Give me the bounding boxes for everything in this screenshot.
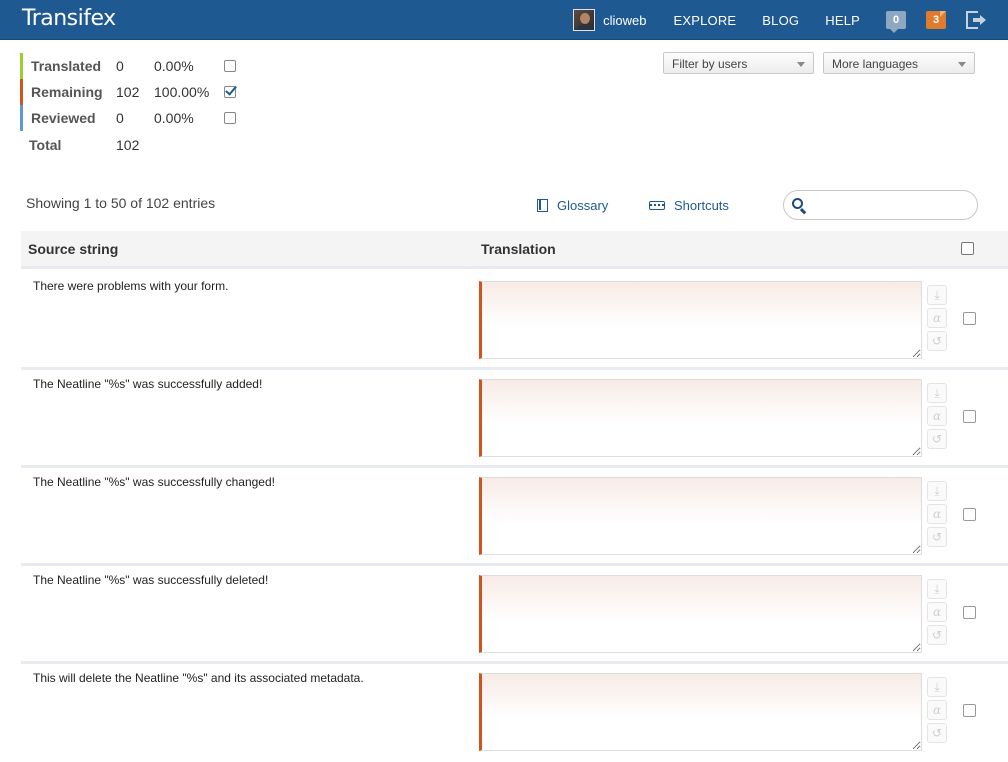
copy-source-icon[interactable]: ⤓ — [927, 285, 947, 305]
more-languages-select[interactable]: More languages — [823, 52, 975, 74]
translation-input[interactable] — [479, 379, 922, 457]
undo-icon[interactable]: ↺ — [927, 625, 947, 645]
stat-count: 102 — [116, 84, 140, 100]
undo-icon[interactable]: ↺ — [927, 527, 947, 547]
source-string: The Neatline "%s" was successfully chang… — [33, 475, 275, 489]
glossary-link[interactable]: Glossary — [537, 198, 608, 213]
total-count: 102 — [116, 137, 140, 153]
select-all-checkbox[interactable] — [961, 242, 974, 255]
user-avatar[interactable] — [573, 9, 596, 31]
transifex-logo[interactable]: Transifex — [22, 6, 116, 31]
machine-translate-icon[interactable]: α — [927, 602, 947, 622]
translation-input[interactable] — [479, 575, 922, 653]
source-string: There were problems with your form. — [33, 279, 229, 293]
entries-info: Showing 1 to 50 of 102 entries — [26, 195, 216, 211]
row-checkbox[interactable] — [963, 606, 976, 619]
machine-translate-icon[interactable]: α — [927, 504, 947, 524]
stat-color-bar — [20, 79, 23, 105]
translation-input[interactable] — [479, 673, 922, 751]
filter-remaining-checkbox[interactable] — [224, 86, 236, 98]
stat-count: 0 — [116, 110, 124, 126]
nav-explore[interactable]: EXPLORE — [673, 13, 736, 28]
shortcuts-label: Shortcuts — [674, 198, 729, 213]
top-nav: clioweb EXPLORE BLOG HELP 0 3 — [573, 0, 1008, 40]
table-row: This will delete the Neatline "%s" and i… — [21, 664, 1008, 762]
chevron-down-icon — [797, 62, 805, 67]
row-checkbox[interactable] — [963, 508, 976, 521]
table-row: The Neatline "%s" was successfully delet… — [21, 566, 1008, 664]
table-row: There were problems with your form. ⤓ α … — [21, 272, 1008, 370]
shortcuts-link[interactable]: Shortcuts — [649, 198, 729, 213]
table-row: The Neatline "%s" was successfully chang… — [21, 468, 1008, 566]
source-string: This will delete the Neatline "%s" and i… — [33, 671, 364, 685]
select-value: Filter by users — [672, 57, 748, 71]
stat-percent: 0.00% — [154, 110, 194, 126]
row-checkbox[interactable] — [963, 312, 976, 325]
username-link[interactable]: clioweb — [603, 13, 646, 28]
logout-icon[interactable] — [966, 11, 986, 29]
source-string: The Neatline "%s" was successfully added… — [33, 377, 263, 391]
translation-input[interactable] — [479, 477, 922, 555]
copy-source-icon[interactable]: ⤓ — [927, 677, 947, 697]
total-label: Total — [29, 137, 62, 153]
stat-label: Reviewed — [31, 110, 96, 126]
nav-help[interactable]: HELP — [825, 13, 860, 28]
notifications-badge[interactable]: 3 — [926, 11, 946, 29]
stat-percent: 0.00% — [154, 58, 194, 74]
search-box — [783, 190, 978, 220]
source-string: The Neatline "%s" was successfully delet… — [33, 573, 269, 587]
row-checkbox[interactable] — [963, 704, 976, 717]
column-source-string: Source string — [28, 241, 119, 257]
select-value: More languages — [832, 57, 919, 71]
stat-color-bar — [20, 105, 23, 131]
table-row: The Neatline "%s" was successfully added… — [21, 370, 1008, 468]
undo-icon[interactable]: ↺ — [927, 429, 947, 449]
machine-translate-icon[interactable]: α — [927, 308, 947, 328]
stat-label: Translated — [31, 58, 102, 74]
row-checkbox[interactable] — [963, 410, 976, 423]
copy-source-icon[interactable]: ⤓ — [927, 481, 947, 501]
machine-translate-icon[interactable]: α — [927, 406, 947, 426]
keyboard-icon — [649, 201, 665, 210]
nav-blog[interactable]: BLOG — [762, 13, 799, 28]
translation-rows: There were problems with your form. ⤓ α … — [21, 272, 1008, 762]
chevron-down-icon — [958, 62, 966, 67]
undo-icon[interactable]: ↺ — [927, 723, 947, 743]
glossary-label: Glossary — [557, 198, 609, 213]
book-icon — [537, 199, 548, 212]
stat-color-bar — [20, 53, 23, 79]
stat-label: Remaining — [31, 84, 103, 100]
copy-source-icon[interactable]: ⤓ — [927, 383, 947, 403]
copy-source-icon[interactable]: ⤓ — [927, 579, 947, 599]
column-translation: Translation — [481, 241, 556, 257]
stat-count: 0 — [116, 58, 124, 74]
stat-percent: 100.00% — [154, 84, 210, 100]
filter-reviewed-checkbox[interactable] — [224, 112, 236, 124]
top-navbar: Transifex clioweb EXPLORE BLOG HELP 0 3 — [0, 0, 1008, 40]
filter-translated-checkbox[interactable] — [224, 60, 236, 72]
search-input[interactable] — [810, 195, 970, 215]
search-icon — [792, 198, 803, 209]
machine-translate-icon[interactable]: α — [927, 700, 947, 720]
table-header: Source string Translation — [21, 231, 1008, 269]
translation-input[interactable] — [479, 281, 922, 359]
filter-users-select[interactable]: Filter by users — [663, 52, 814, 74]
undo-icon[interactable]: ↺ — [927, 331, 947, 351]
messages-badge[interactable]: 0 — [886, 11, 906, 33]
